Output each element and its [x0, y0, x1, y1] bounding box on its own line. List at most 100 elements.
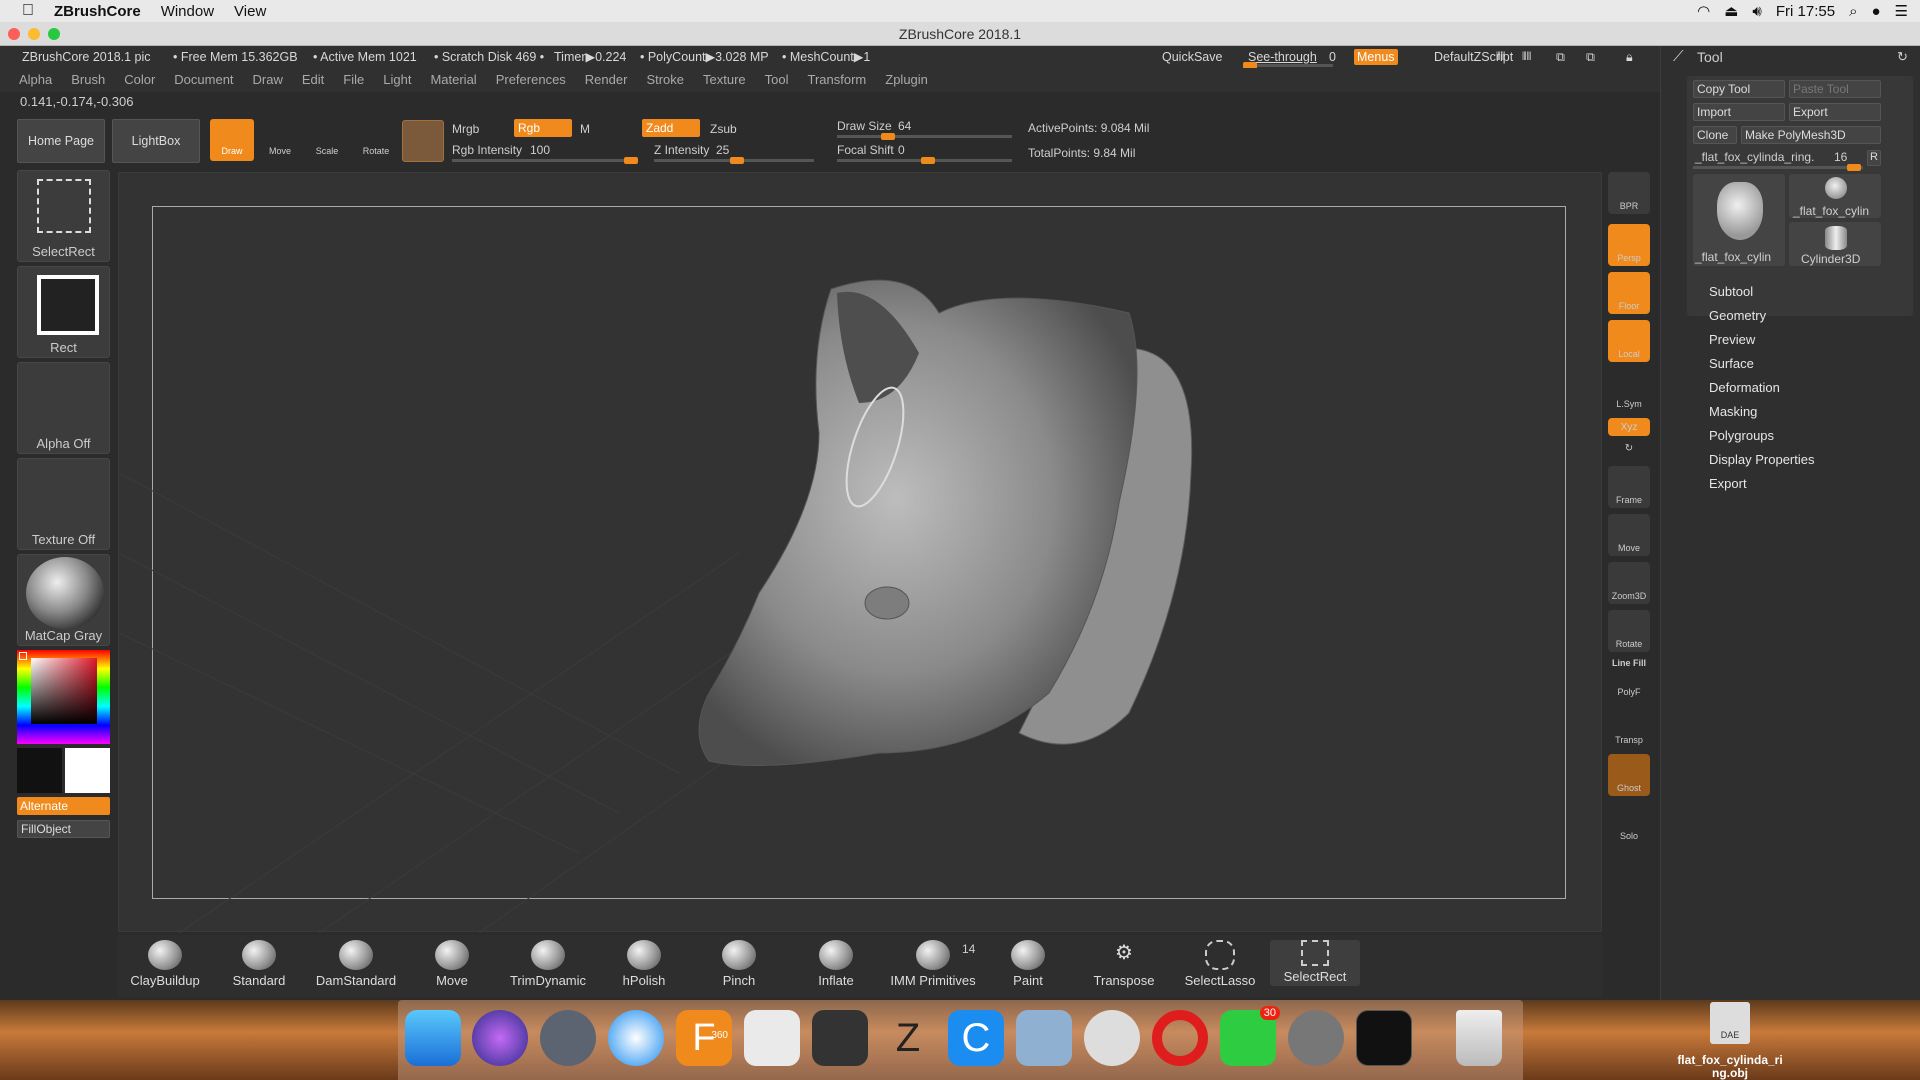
- alpha-thumb[interactable]: Alpha Off: [17, 362, 110, 454]
- lock-icon[interactable]: 🔒︎: [1626, 46, 1633, 68]
- disk-utility-icon[interactable]: [1084, 1010, 1140, 1066]
- scale-mode-button[interactable]: Scale: [305, 119, 349, 161]
- menu-render[interactable]: Render: [585, 68, 628, 92]
- tool-thumb-current[interactable]: _flat_fox_cylin: [1693, 174, 1785, 266]
- mail-stamp-icon[interactable]: [744, 1010, 800, 1066]
- menu-material[interactable]: Material: [430, 68, 476, 92]
- solo-button[interactable]: Solo: [1608, 802, 1650, 844]
- menu-alpha[interactable]: Alpha: [19, 68, 52, 92]
- texture-thumb[interactable]: Texture Off: [17, 458, 110, 550]
- brush-claybuildup[interactable]: ClayBuildup: [120, 940, 210, 988]
- menu-tool[interactable]: Tool: [765, 68, 789, 92]
- brush-inflate[interactable]: Inflate: [791, 940, 881, 988]
- system-preferences-icon[interactable]: [1288, 1010, 1344, 1066]
- m-button[interactable]: M: [580, 122, 590, 136]
- close-window-button[interactable]: [8, 28, 20, 40]
- z-intensity-slider[interactable]: [654, 157, 814, 164]
- opera-icon[interactable]: [1152, 1010, 1208, 1066]
- section-deformation[interactable]: Deformation: [1709, 380, 1780, 395]
- section-polygroups[interactable]: Polygroups: [1709, 428, 1774, 443]
- volume-icon[interactable]: 🔊︎: [1752, 3, 1761, 20]
- search-icon[interactable]: ⌕: [1849, 3, 1857, 20]
- app-menu[interactable]: ZBrushCore: [54, 3, 141, 20]
- brush-move[interactable]: Move: [407, 940, 497, 988]
- color-square[interactable]: [31, 658, 97, 724]
- menu-zplugin[interactable]: Zplugin: [885, 68, 928, 92]
- rotate-axis-icon[interactable]: ↻: [1608, 440, 1650, 456]
- material-thumb[interactable]: MatCap Gray: [17, 554, 110, 646]
- move-mode-button[interactable]: Move: [258, 119, 302, 161]
- move-view-button[interactable]: Move: [1608, 514, 1650, 556]
- canvas-viewport[interactable]: [118, 172, 1602, 933]
- brush-standard[interactable]: Standard: [214, 940, 304, 988]
- alternate-button[interactable]: Alternate: [17, 797, 110, 815]
- tool-thumb-fox[interactable]: _flat_fox_cylin: [1789, 174, 1881, 218]
- rect-thumb[interactable]: Rect: [17, 266, 110, 358]
- mrgb-button[interactable]: Mrgb: [452, 122, 479, 136]
- draw-size-slider[interactable]: [837, 133, 1012, 140]
- main-color-swatch[interactable]: [65, 748, 110, 793]
- wifi-icon[interactable]: ◠: [1697, 2, 1710, 20]
- dae-file-icon[interactable]: DAE: [1710, 1002, 1750, 1044]
- draw-size-value[interactable]: 64: [898, 119, 911, 133]
- tool-pick-icon[interactable]: ⟋: [1673, 48, 1684, 65]
- quicksave-button[interactable]: QuickSave: [1162, 46, 1222, 68]
- bpr-button[interactable]: BPR: [1608, 172, 1650, 214]
- menu-preferences[interactable]: Preferences: [496, 68, 566, 92]
- section-display-properties[interactable]: Display Properties: [1709, 452, 1815, 467]
- menu-color[interactable]: Color: [124, 68, 155, 92]
- lsym-button[interactable]: L.Sym: [1608, 370, 1650, 412]
- zadd-button[interactable]: Zadd: [642, 119, 700, 137]
- color-picker[interactable]: [17, 650, 110, 744]
- paste-tool-button[interactable]: Paste Tool: [1789, 80, 1881, 98]
- ghost-button[interactable]: Ghost: [1608, 754, 1650, 796]
- rgb-button[interactable]: Rgb: [514, 119, 572, 137]
- transp-button[interactable]: Transp: [1608, 706, 1650, 748]
- section-masking[interactable]: Masking: [1709, 404, 1757, 419]
- tool-thumb-cylinder[interactable]: Cylinder3D: [1789, 222, 1881, 266]
- focal-shift-value[interactable]: 0: [898, 143, 905, 157]
- brush-paint[interactable]: Paint: [983, 940, 1073, 988]
- home-page-button[interactable]: Home Page: [17, 119, 105, 163]
- clone-button[interactable]: Clone: [1693, 126, 1737, 144]
- trash-icon[interactable]: [1456, 1010, 1502, 1066]
- frame-button[interactable]: Frame: [1608, 466, 1650, 508]
- make-polymesh-button[interactable]: Make PolyMesh3D: [1741, 126, 1881, 144]
- brush-selectrect[interactable]: SelectRect: [1270, 940, 1360, 986]
- section-surface[interactable]: Surface: [1709, 356, 1754, 371]
- menu-brush[interactable]: Brush: [71, 68, 105, 92]
- siri-dock-icon[interactable]: [472, 1010, 528, 1066]
- draw-mode-button[interactable]: Draw: [210, 119, 254, 161]
- brush-transpose[interactable]: ⚙︎ Transpose: [1079, 940, 1169, 988]
- zoom-window-button[interactable]: [48, 28, 60, 40]
- menu-transform[interactable]: Transform: [808, 68, 867, 92]
- rotate-view-button[interactable]: Rotate: [1608, 610, 1650, 652]
- section-preview[interactable]: Preview: [1709, 332, 1755, 347]
- section-subtool[interactable]: Subtool: [1709, 284, 1753, 299]
- menu-document[interactable]: Document: [174, 68, 233, 92]
- seethrough-slider[interactable]: [1243, 62, 1333, 69]
- copy-tool-button[interactable]: Copy Tool: [1693, 80, 1785, 98]
- menu-draw[interactable]: Draw: [253, 68, 283, 92]
- secondary-color-swatch[interactable]: [17, 748, 62, 793]
- cinema-icon[interactable]: C: [948, 1010, 1004, 1066]
- safari-icon[interactable]: [608, 1010, 664, 1066]
- import-button[interactable]: Import: [1693, 103, 1785, 121]
- brush-damstandard[interactable]: DamStandard: [311, 940, 401, 988]
- menu-file[interactable]: File: [343, 68, 364, 92]
- layout-icon-3[interactable]: ⧉: [1556, 46, 1565, 68]
- brush-trimdynamic[interactable]: TrimDynamic: [503, 940, 593, 988]
- focal-shift-slider[interactable]: [837, 157, 1012, 164]
- fillobject-button[interactable]: FillObject: [17, 820, 110, 838]
- notification-center-icon[interactable]: ☰: [1895, 2, 1908, 20]
- finder-icon[interactable]: [405, 1010, 461, 1066]
- menu-edit[interactable]: Edit: [302, 68, 324, 92]
- facetime-icon[interactable]: 30: [1220, 1006, 1280, 1066]
- zbrush-dock-icon[interactable]: Z: [880, 1010, 936, 1066]
- xyz-button[interactable]: Xyz: [1608, 418, 1650, 436]
- r-button[interactable]: R: [1867, 150, 1881, 166]
- siri-icon[interactable]: ●: [1871, 3, 1880, 20]
- menu-texture[interactable]: Texture: [703, 68, 746, 92]
- material-swatch-button[interactable]: [402, 120, 444, 162]
- menus-toggle[interactable]: Menus: [1354, 49, 1398, 65]
